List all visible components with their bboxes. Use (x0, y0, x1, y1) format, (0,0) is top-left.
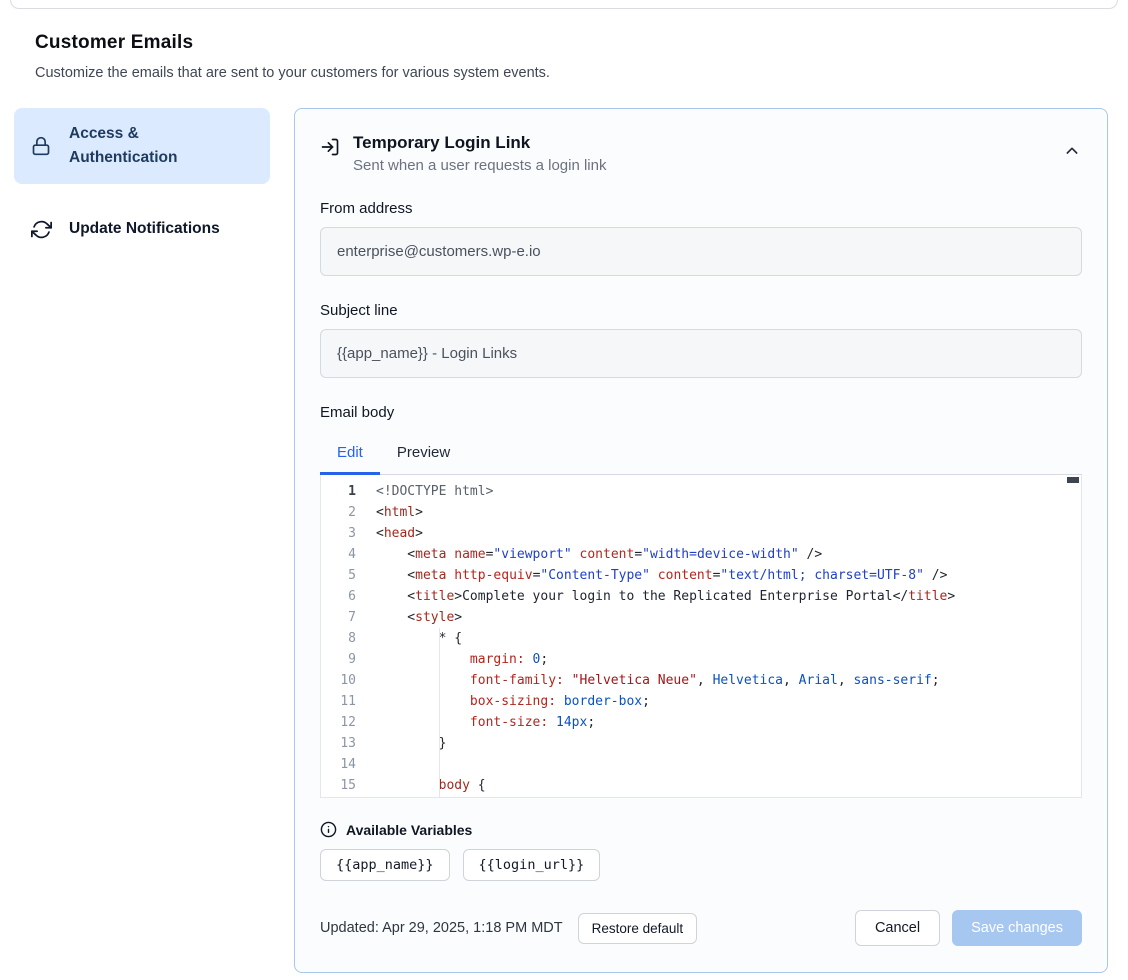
tab-edit[interactable]: Edit (320, 431, 380, 475)
panel-title: Temporary Login Link (353, 133, 606, 153)
lock-icon (30, 135, 52, 157)
page-title: Customer Emails (35, 32, 1093, 54)
panel-footer: Updated: Apr 29, 2025, 1:18 PM MDT Resto… (320, 910, 1082, 946)
sidebar: Access & Authentication Update Notificat… (14, 108, 270, 255)
variable-chip-login-url[interactable]: {{login_url}} (463, 849, 601, 881)
from-address-input[interactable] (320, 227, 1082, 276)
panel-header-text: Temporary Login Link Sent when a user re… (353, 133, 606, 174)
main-layout: Access & Authentication Update Notificat… (0, 108, 1128, 973)
updated-timestamp: Updated: Apr 29, 2025, 1:18 PM MDT (320, 920, 563, 936)
panel-subtitle: Sent when a user requests a login link (353, 157, 606, 174)
previous-card-edge (10, 0, 1118, 9)
tab-preview[interactable]: Preview (380, 431, 467, 475)
subject-line-input[interactable] (320, 329, 1082, 378)
email-settings-panel: Temporary Login Link Sent when a user re… (294, 108, 1108, 973)
subject-line-label: Subject line (320, 302, 1082, 319)
editor-gutter: 12345678910111213141516 (321, 475, 365, 797)
cancel-button[interactable]: Cancel (855, 910, 940, 946)
sidebar-item-label: Update Notifications (69, 217, 220, 241)
variable-chips: {{app_name}} {{login_url}} (320, 849, 1082, 881)
sync-icon (30, 218, 52, 240)
info-icon (320, 821, 337, 838)
email-body-tabbar: Edit Preview (320, 431, 1082, 475)
code-editor[interactable]: 12345678910111213141516 <!DOCTYPE html><… (320, 475, 1082, 798)
editor-code: <!DOCTYPE html><html><head> <meta name="… (365, 475, 1081, 797)
restore-default-button[interactable]: Restore default (578, 913, 698, 944)
available-variables-row: Available Variables (320, 821, 1082, 838)
from-address-label: From address (320, 200, 1082, 217)
panel-header: Temporary Login Link Sent when a user re… (320, 133, 1082, 174)
login-link-icon (320, 137, 340, 157)
variable-chip-app-name[interactable]: {{app_name}} (320, 849, 450, 881)
page-subtitle: Customize the emails that are sent to yo… (35, 65, 1093, 81)
indent-guide (439, 628, 440, 797)
email-body-label: Email body (320, 404, 1082, 421)
save-changes-button[interactable]: Save changes (952, 910, 1082, 946)
sidebar-item-update-notifications[interactable]: Update Notifications (14, 203, 270, 255)
available-variables-label: Available Variables (346, 822, 472, 838)
chevron-up-icon (1064, 143, 1080, 159)
scrollbar-thumb[interactable] (1067, 477, 1079, 483)
page-header: Customer Emails Customize the emails tha… (35, 32, 1093, 81)
collapse-section-button[interactable] (1062, 141, 1082, 161)
sidebar-item-label: Access & Authentication (69, 122, 201, 170)
sidebar-item-access-authentication[interactable]: Access & Authentication (14, 108, 270, 184)
